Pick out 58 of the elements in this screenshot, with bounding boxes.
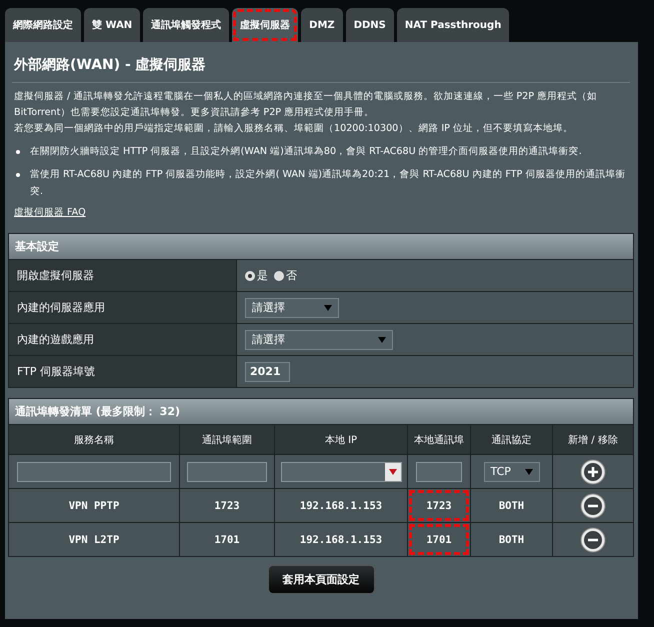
tab[interactable]: 網際網路設定: [5, 8, 81, 42]
tab[interactable]: 通訊埠觸發程式: [143, 8, 230, 42]
dropdown-button[interactable]: [384, 462, 400, 480]
column-header: 通訊協定: [471, 425, 552, 454]
bullet-icon: [16, 150, 20, 154]
bullet-icon: [16, 173, 20, 177]
tab[interactable]: DDNS: [346, 8, 394, 42]
table-cell: BOTH: [471, 489, 552, 522]
setting-label: 內建的伺服器應用: [9, 292, 237, 323]
faq-link[interactable]: 虛擬伺服器 FAQ: [14, 205, 86, 221]
setting-label: 開啟虛擬伺服器: [9, 260, 237, 291]
port-input[interactable]: 2021: [245, 362, 290, 382]
local-ip-field[interactable]: [280, 462, 402, 482]
table-cell: VPN PPTP: [9, 489, 179, 522]
table-cell: 192.168.1.153: [275, 489, 407, 522]
remove-button[interactable]: [580, 492, 606, 518]
table-cell: 192.168.1.153: [275, 523, 407, 556]
tab[interactable]: 雙 WAN: [84, 8, 140, 42]
tab[interactable]: NAT Passthrough: [396, 8, 510, 42]
table-cell: 1723: [408, 489, 470, 522]
service-name-field[interactable]: [17, 462, 171, 482]
apply-button[interactable]: 套用本頁面設定: [268, 565, 374, 594]
local-port-field[interactable]: [416, 462, 462, 482]
column-header: 本地 IP: [275, 425, 407, 454]
port-range-field[interactable]: [187, 462, 267, 482]
column-header: 通訊埠範圍: [180, 425, 274, 454]
column-header: 新增 / 移除: [553, 425, 633, 454]
select-dropdown[interactable]: 請選擇: [245, 298, 339, 318]
radio-button[interactable]: [245, 270, 255, 280]
table-cell: BOTH: [471, 523, 552, 556]
radio-label: 否: [286, 268, 297, 283]
section-header: 基本設定: [9, 234, 633, 259]
radio-button[interactable]: [274, 270, 284, 280]
table-cell: 1723: [180, 489, 274, 522]
select-dropdown[interactable]: 請選擇: [245, 330, 393, 350]
setting-label: FTP 伺服器埠號: [9, 356, 237, 387]
tab[interactable]: DMZ: [301, 8, 343, 42]
setting-label: 內建的遊戲應用: [9, 324, 237, 355]
table-cell: 1701: [180, 523, 274, 556]
caret-icon: [378, 336, 386, 342]
table-cell: 1701: [408, 523, 470, 556]
caret-icon: [524, 468, 532, 474]
page-title: 外部網路(WAN) - 虛擬伺服器: [12, 56, 207, 74]
caret-icon: [388, 468, 396, 474]
column-header: 本地通訊埠: [408, 425, 470, 454]
note-text: 當使用 RT-AC68U 內建的 FTP 伺服器功能時，設定外網( WAN 端)通訊埠為20:21，會與 RT-AC68U 內建的 FTP 伺服器使用的通訊埠衝突.: [30, 168, 626, 199]
note-text: 在關閉防火牆時設定 HTTP 伺服器，且設定外網(WAN 端)通訊埠為80，會與 RT-AC68U 的管理介面伺服器使用的通訊埠衝突.: [30, 145, 582, 159]
protocol-dropdown[interactable]: TCP: [484, 462, 540, 482]
section-header: 通訊埠轉發清單 (最多限制： 32): [9, 399, 633, 424]
add-button[interactable]: [580, 458, 606, 484]
column-header: 服務名稱: [9, 425, 179, 454]
remove-button[interactable]: [580, 526, 606, 552]
caret-icon: [324, 304, 332, 310]
intro-paragraph: 虛擬伺服器 / 通訊埠轉發允許遠程電腦在一個私人的區域網路內連接至一個具體的電腦或服務。欲加速連線，一些 P2P 應用程式（如 BitTorrent）也需要您設定通訊埠轉發。更多資訊請參考 P2P 應用程式使用手冊。: [14, 90, 598, 120]
radio-label: 是: [257, 268, 268, 283]
tab[interactable]: 虛擬伺服器: [232, 8, 298, 42]
table-cell: VPN L2TP: [9, 523, 179, 556]
intro-paragraph: 若您要為同一個網路中的用戶端指定埠範圍，請輸入服務名稱、埠範圍（10200:10300）、網路 IP 位址，但不要填寫本地埠。: [14, 122, 574, 136]
